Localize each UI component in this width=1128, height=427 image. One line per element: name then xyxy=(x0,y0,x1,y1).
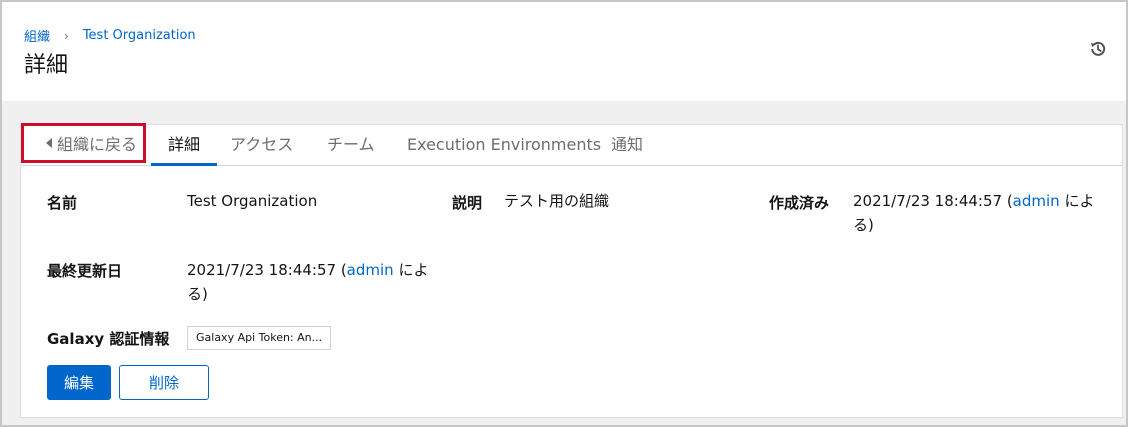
tab-access[interactable]: アクセス xyxy=(230,125,293,165)
tab-teams[interactable]: チーム xyxy=(327,125,375,165)
created-suffix: によ xyxy=(1059,192,1095,210)
detail-card: 組織に戻る 詳細 アクセス チーム Execution Environments… xyxy=(20,123,1123,418)
galaxy-credentials-label: Galaxy 認証情報 xyxy=(47,330,170,348)
modified-by-user-link[interactable]: admin xyxy=(347,261,394,279)
delete-button[interactable]: 削除 xyxy=(119,365,209,400)
tab-execution-environments[interactable]: Execution Environments xyxy=(407,125,601,165)
modified-value: 2021/7/23 18:44:57 (admin によ る) xyxy=(187,258,437,306)
name-value: Test Organization xyxy=(187,192,318,210)
back-to-organizations-tab[interactable]: 組織に戻る xyxy=(21,123,146,163)
description-label: 説明 xyxy=(452,194,483,212)
modified-suffix-end: る) xyxy=(187,285,208,303)
tab-notifications[interactable]: 通知 xyxy=(611,125,643,165)
description-value: テスト用の組織 xyxy=(504,192,610,210)
galaxy-credential-chip[interactable]: Galaxy Api Token: An... xyxy=(187,326,332,350)
breadcrumb: 組織 › Test Organization xyxy=(24,26,196,45)
back-to-organizations-label: 組織に戻る xyxy=(57,135,138,154)
edit-button[interactable]: 編集 xyxy=(47,365,111,400)
breadcrumb-separator: › xyxy=(64,28,69,43)
created-value: 2021/7/23 18:44:57 (admin によ る) xyxy=(853,189,1103,237)
modified-label: 最終更新日 xyxy=(47,262,123,280)
tab-bar: 組織に戻る 詳細 アクセス チーム Execution Environments… xyxy=(21,123,1122,166)
history-icon[interactable] xyxy=(1089,40,1107,58)
page-header: 組織 › Test Organization 詳細 xyxy=(2,2,1126,101)
caret-left-icon xyxy=(46,138,52,148)
name-label: 名前 xyxy=(47,194,78,212)
tab-details[interactable]: 詳細 xyxy=(150,125,218,166)
breadcrumb-current-link[interactable]: Test Organization xyxy=(83,28,196,43)
created-date: 2021/7/23 18:44:57 ( xyxy=(853,192,1013,210)
modified-date: 2021/7/23 18:44:57 ( xyxy=(187,261,347,279)
created-by-user-link[interactable]: admin xyxy=(1013,192,1060,210)
breadcrumb-organizations-link[interactable]: 組織 xyxy=(24,26,50,45)
created-label: 作成済み xyxy=(769,194,830,212)
modified-suffix: によ xyxy=(393,261,429,279)
page-title: 詳細 xyxy=(24,53,69,78)
created-suffix-end: る) xyxy=(853,216,874,234)
